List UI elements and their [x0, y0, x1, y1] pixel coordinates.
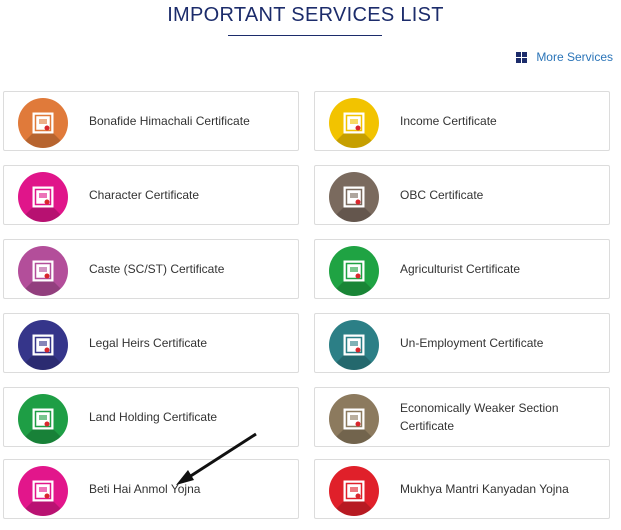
title-underline: [228, 35, 382, 36]
service-label: Legal Heirs Certificate: [89, 336, 208, 350]
service-card[interactable]: Economically Weaker Section Certificate: [314, 387, 610, 447]
service-card[interactable]: Character Certificate: [3, 165, 299, 225]
service-label: Un-Employment Certificate: [400, 336, 544, 350]
service-icon-circle: [18, 172, 68, 222]
service-card[interactable]: Agriculturist Certificate: [314, 239, 610, 299]
service-card[interactable]: Caste (SC/ST) Certificate: [3, 239, 299, 299]
service-icon-circle: [18, 98, 68, 148]
certificate-icon: [343, 112, 365, 134]
certificate-icon: [32, 186, 54, 208]
certificate-icon: [343, 408, 365, 430]
service-icon-circle: [18, 394, 68, 444]
service-label: Agriculturist Certificate: [400, 262, 521, 276]
certificate-icon: [32, 112, 54, 134]
service-label: OBC Certificate: [400, 188, 484, 202]
service-label: Beti Hai Anmol Yojna: [89, 482, 201, 496]
service-icon-circle: [329, 394, 379, 444]
service-card[interactable]: Mukhya Mantri Kanyadan Yojna: [314, 459, 610, 519]
service-icon-circle: [329, 466, 379, 516]
service-card[interactable]: OBC Certificate: [314, 165, 610, 225]
certificate-icon: [32, 260, 54, 282]
service-icon-circle: [18, 466, 68, 516]
service-label: Bonafide Himachali Certificate: [89, 114, 250, 128]
service-label: Character Certificate: [89, 188, 200, 202]
service-icon-circle: [329, 246, 379, 296]
service-card[interactable]: Land Holding Certificate: [3, 387, 299, 447]
service-label: Caste (SC/ST) Certificate: [89, 262, 225, 276]
certificate-icon: [343, 480, 365, 502]
service-label: Land Holding Certificate: [89, 410, 218, 424]
grid-icon: [516, 51, 528, 63]
service-icon-circle: [329, 172, 379, 222]
certificate-icon: [32, 480, 54, 502]
certificate-icon: [32, 334, 54, 356]
certificate-icon: [343, 334, 365, 356]
service-card[interactable]: Beti Hai Anmol Yojna: [3, 459, 299, 519]
page-title: IMPORTANT SERVICES LIST: [167, 4, 444, 26]
service-icon-circle: [18, 246, 68, 296]
certificate-icon: [343, 260, 365, 282]
more-services-link[interactable]: More Services: [516, 50, 613, 64]
service-icon-circle: [329, 320, 379, 370]
service-card[interactable]: Income Certificate: [314, 91, 610, 151]
service-card[interactable]: Un-Employment Certificate: [314, 313, 610, 373]
service-label: Mukhya Mantri Kanyadan Yojna: [400, 482, 569, 496]
service-icon-circle: [329, 98, 379, 148]
certificate-icon: [343, 186, 365, 208]
service-icon-circle: [18, 320, 68, 370]
more-services-label: More Services: [536, 50, 613, 64]
certificate-icon: [32, 408, 54, 430]
service-card[interactable]: Legal Heirs Certificate: [3, 313, 299, 373]
service-card[interactable]: Bonafide Himachali Certificate: [3, 91, 299, 151]
service-label: Income Certificate: [400, 114, 497, 128]
service-label: Economically Weaker Section Certificate: [400, 401, 559, 433]
